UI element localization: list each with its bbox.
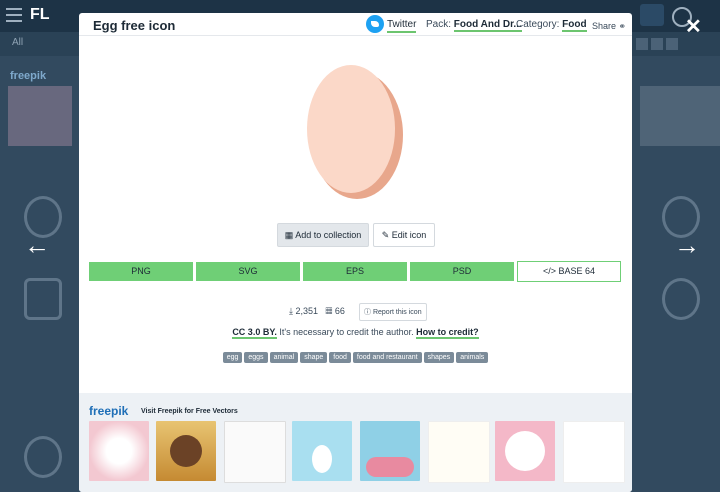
category-label: Category: (516, 19, 560, 30)
arrow-left-icon[interactable]: ← (24, 232, 50, 258)
egg-body (307, 65, 395, 193)
edit-icon-label: Edit icon (391, 230, 427, 240)
site-logo[interactable]: FL (30, 6, 50, 24)
pack-info: Pack: Food And Dr... (426, 19, 522, 32)
report-icon: ⓘ (364, 309, 371, 316)
freepik-thumb-fast-food[interactable] (428, 421, 490, 483)
twitter-icon[interactable] (366, 15, 384, 33)
add-to-collection-button[interactable]: ▦ Add to collection (277, 223, 369, 247)
download-psd-button[interactable]: PSD (410, 262, 514, 281)
freepik-logo[interactable]: freepik (89, 404, 128, 418)
share-label: Share (592, 21, 617, 31)
edit-icon: ✎ (381, 230, 390, 240)
menu-icon[interactable] (6, 8, 22, 22)
edit-icon-button[interactable]: ✎ Edit icon (373, 223, 435, 247)
search-button[interactable] (640, 4, 664, 26)
modal-title: Egg free icon (93, 18, 176, 33)
how-to-credit-link[interactable]: How to credit? (416, 327, 479, 339)
background-thumb (8, 86, 72, 146)
background-thumb (640, 86, 720, 146)
freepik-thumb-food-doodles[interactable] (224, 421, 286, 483)
category-link[interactable]: Food (562, 19, 587, 32)
report-button[interactable]: ⓘ Report this icon (359, 303, 427, 321)
license-text: It's necessary to credit the author. (279, 327, 414, 337)
collection-count-icon: ▦ (325, 306, 333, 316)
freepik-thumb-desserts[interactable] (563, 421, 625, 483)
twitter-link[interactable]: Twitter (387, 19, 417, 33)
close-icon[interactable]: ✕ (685, 14, 702, 39)
base64-button[interactable]: </> BASE 64 (517, 261, 621, 282)
tag[interactable]: food and restaurant (352, 352, 422, 363)
report-label: Report this icon (372, 309, 422, 316)
arrow-right-icon[interactable]: → (674, 232, 700, 258)
background-icon[interactable] (24, 278, 62, 320)
download-icon: ⤓ (289, 306, 293, 316)
icon-stats: ⤓ 2,351 ▦ 66 (289, 306, 345, 317)
freepik-thumb-easter-party[interactable] (89, 421, 149, 481)
download-png-button[interactable]: PNG (89, 262, 193, 281)
pack-label: Pack: (426, 19, 452, 30)
add-collection-label: Add to collection (295, 230, 362, 240)
freepik-thumb-easter-bunny[interactable] (292, 421, 352, 481)
collection-icon: ▦ (284, 230, 294, 240)
license-link[interactable]: CC 3.0 BY. (232, 327, 277, 339)
pagination-arrows[interactable] (636, 37, 712, 51)
filter-all[interactable]: All (12, 37, 23, 48)
egg-icon (307, 65, 403, 199)
download-svg-button[interactable]: SVG (196, 262, 300, 281)
freepik-thumb-bakery[interactable] (156, 421, 216, 481)
license-line: CC 3.0 BY. It's necessary to credit the … (79, 327, 632, 339)
category-info: Category: Food (516, 19, 587, 32)
background-freepik: freepik (10, 70, 47, 82)
download-count: 2,351 (295, 306, 319, 316)
share-icon: ⚭ (618, 21, 627, 31)
tag[interactable]: animals (456, 352, 489, 363)
background-icon[interactable] (24, 436, 62, 478)
download-eps-button[interactable]: EPS (303, 262, 407, 281)
share-button[interactable]: Share ⚭ (592, 21, 626, 32)
tag[interactable]: shape (300, 352, 328, 363)
tag[interactable]: food (329, 352, 351, 363)
tag[interactable]: shapes (423, 352, 455, 363)
icon-modal: Egg free icon Twitter Pack: Food And Dr.… (79, 13, 632, 492)
tag[interactable]: eggs (244, 352, 268, 363)
tag-list: egg eggs animal shape food food and rest… (79, 352, 632, 363)
collection-count: 66 (334, 306, 345, 316)
header-divider (79, 35, 632, 36)
pack-link[interactable]: Food And Dr... (453, 19, 522, 32)
tag[interactable]: egg (222, 352, 243, 363)
freepik-footer: freepik Visit Freepik for Free Vectors (79, 393, 632, 492)
freepik-visit-link[interactable]: Visit Freepik for Free Vectors (141, 408, 238, 415)
freepik-thumb-easter-card[interactable] (495, 421, 555, 481)
tag[interactable]: animal (269, 352, 299, 363)
background-icon[interactable] (662, 278, 700, 320)
freepik-thumb-easter-eggs[interactable] (360, 421, 420, 481)
